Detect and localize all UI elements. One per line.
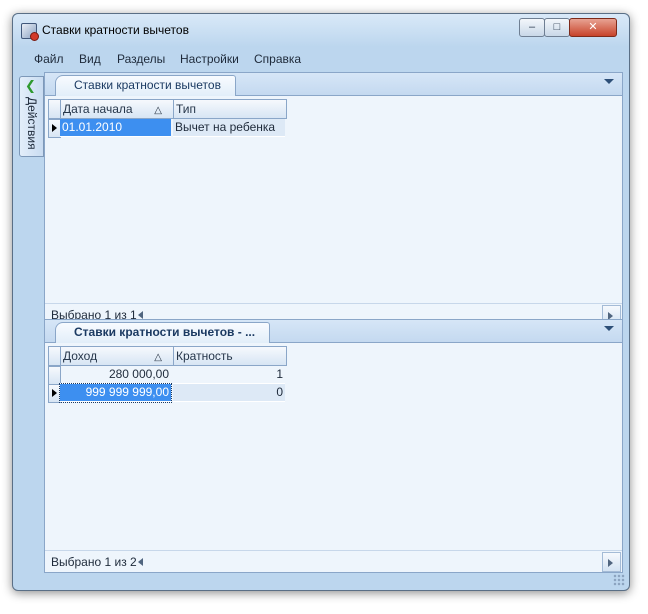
sort-ascending-icon: △ — [154, 105, 162, 116]
top-tabstrip: Ставки кратности вычетов — [45, 73, 622, 96]
top-panel: Ставки кратности вычетов Дата начала △ Т… — [44, 72, 623, 326]
table-cell-income[interactable]: 280 000,00 — [60, 366, 171, 384]
close-button[interactable]: ✕ — [569, 18, 617, 37]
maximize-button[interactable]: □ — [544, 18, 570, 37]
tab-deduction-rates[interactable]: Ставки кратности вычетов — [55, 75, 236, 96]
menu-sections[interactable]: Разделы — [117, 52, 165, 66]
scroll-right-button[interactable] — [602, 552, 621, 572]
column-header-type[interactable]: Тип — [173, 99, 287, 119]
sort-ascending-icon: △ — [154, 352, 162, 363]
menu-file[interactable]: Файл — [34, 52, 64, 66]
window-title: Ставки кратности вычетов — [42, 23, 189, 37]
main-window: Ставки кратности вычетов – □ ✕ Файл Вид … — [12, 13, 630, 591]
bottom-status-bar: Выбрано 1 из 2 — [45, 550, 622, 572]
column-header-ratio[interactable]: Кратность — [173, 346, 287, 366]
column-header-income[interactable]: Доход △ — [60, 346, 175, 366]
minimize-button[interactable]: – — [519, 18, 545, 37]
scroll-right-icon — [608, 559, 613, 567]
column-header-start-date[interactable]: Дата начала △ — [60, 99, 175, 119]
bottom-panel: Ставки кратности вычетов - ... Доход △ К… — [44, 319, 623, 573]
table-cell-ratio[interactable]: 0 — [173, 384, 285, 402]
actions-side-tab[interactable]: ❮ Действия — [19, 76, 44, 157]
app-icon — [21, 23, 39, 41]
top-grid: Дата начала △ Тип 01.01.2010 Вычет на ре… — [45, 96, 622, 303]
chevron-down-icon[interactable] — [604, 79, 614, 84]
table-cell-date[interactable]: 01.01.2010 — [60, 119, 171, 137]
chevron-down-icon[interactable] — [604, 326, 614, 331]
bottom-tabstrip: Ставки кратности вычетов - ... — [45, 320, 622, 343]
green-arrow-icon: ❮ — [25, 78, 36, 93]
column-header-label: Доход — [63, 349, 98, 363]
table-cell-type[interactable]: Вычет на ребенка — [173, 119, 285, 137]
column-header-label: Тип — [176, 102, 197, 116]
column-header-label: Дата начала — [63, 102, 133, 116]
column-header-label: Кратность — [176, 349, 233, 363]
resize-grip-icon[interactable] — [613, 574, 625, 586]
scroll-left-icon[interactable] — [138, 311, 143, 319]
table-cell-income[interactable]: 999 999 999,00 — [59, 383, 172, 403]
menu-view[interactable]: Вид — [79, 52, 101, 66]
table-cell-ratio[interactable]: 1 — [173, 366, 285, 384]
scroll-left-icon[interactable] — [138, 558, 143, 566]
menu-bar: Файл Вид Разделы Настройки Справка — [17, 47, 623, 69]
title-bar[interactable]: Ставки кратности вычетов – □ ✕ — [13, 14, 629, 47]
menu-settings[interactable]: Настройки — [180, 52, 239, 66]
bottom-grid: Доход △ Кратность 280 000,00 1 999 999 9… — [45, 343, 622, 550]
selection-status: Выбрано 1 из 2 — [51, 555, 137, 569]
menu-help[interactable]: Справка — [254, 52, 301, 66]
actions-label: Действия — [25, 97, 39, 150]
tab-deduction-rates-detail[interactable]: Ставки кратности вычетов - ... — [55, 322, 271, 343]
